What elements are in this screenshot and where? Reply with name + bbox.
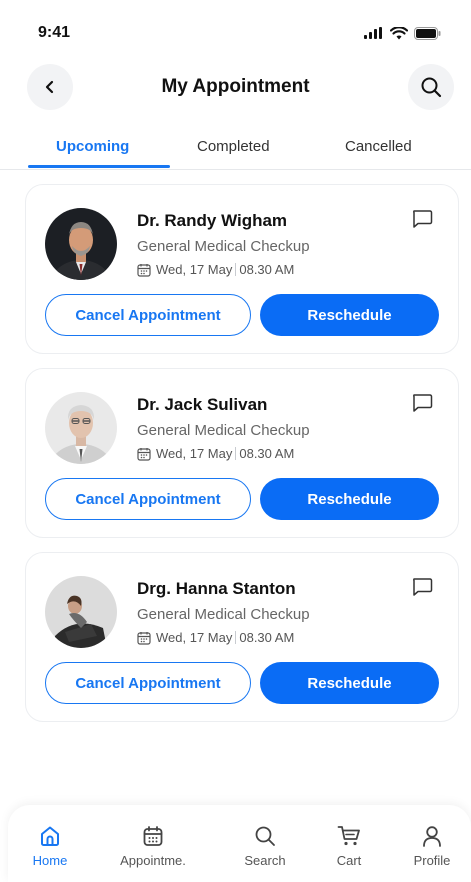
- status-bar: 9:41: [0, 0, 471, 66]
- reschedule-button[interactable]: Reschedule: [260, 478, 439, 520]
- wifi-icon: [390, 26, 408, 39]
- tab-completed[interactable]: Completed: [197, 138, 270, 155]
- nav-label: Appointme.: [120, 853, 186, 868]
- home-icon: [41, 826, 59, 846]
- appointment-schedule: Wed, 17 May 08.30 AM: [137, 630, 294, 645]
- appointment-time: 08.30 AM: [239, 446, 295, 461]
- profile-icon: [423, 826, 441, 847]
- appointment-schedule: Wed, 17 May 08.30 AM: [137, 446, 294, 461]
- appointment-date: Wed, 17 May: [156, 446, 233, 461]
- reschedule-button[interactable]: Reschedule: [260, 294, 439, 336]
- chat-icon[interactable]: [411, 577, 433, 602]
- appointment-date: Wed, 17 May: [156, 262, 233, 277]
- appointment-time: 08.30 AM: [239, 262, 295, 277]
- search-button[interactable]: [408, 64, 454, 110]
- doctor-avatar: [45, 208, 117, 280]
- divider: [235, 263, 237, 276]
- cancel-appointment-button[interactable]: Cancel Appointment: [45, 294, 251, 336]
- calendar-icon: [137, 447, 151, 461]
- divider: [235, 631, 237, 644]
- tab-upcoming[interactable]: Upcoming: [56, 138, 129, 155]
- status-icons: [364, 26, 441, 40]
- appointment-tabs: Upcoming Completed Cancelled: [0, 128, 471, 170]
- tab-cancelled[interactable]: Cancelled: [345, 138, 412, 155]
- status-time: 9:41: [38, 24, 71, 41]
- cancel-appointment-button[interactable]: Cancel Appointment: [45, 662, 251, 704]
- back-button[interactable]: [27, 64, 73, 110]
- calendar-icon: [137, 631, 151, 645]
- cellular-signal-icon: [364, 27, 382, 39]
- chat-icon[interactable]: [411, 393, 433, 418]
- reschedule-button[interactable]: Reschedule: [260, 662, 439, 704]
- page-title: My Appointment: [161, 76, 310, 97]
- nav-label: Home: [32, 853, 68, 868]
- chevron-left-icon: [45, 80, 54, 94]
- appointment-schedule: Wed, 17 May 08.30 AM: [137, 262, 294, 277]
- doctor-name: Dr. Jack Sulivan: [137, 395, 268, 414]
- battery-icon: [414, 26, 441, 40]
- nav-home[interactable]: Home: [10, 825, 90, 868]
- appointment-type: General Medical Checkup: [137, 606, 310, 623]
- doctor-name: Drg. Hanna Stanton: [137, 579, 296, 598]
- doctor-avatar: [45, 392, 117, 464]
- nav-cart[interactable]: Cart: [309, 825, 389, 868]
- nav-appointment[interactable]: Appointme.: [113, 825, 193, 868]
- nav-profile[interactable]: Profile: [392, 825, 471, 868]
- nav-label: Cart: [336, 853, 362, 868]
- appointment-card: Dr. Jack Sulivan General Medical Checkup…: [25, 368, 459, 538]
- active-tab-indicator: [28, 165, 170, 168]
- appointment-date: Wed, 17 May: [156, 630, 233, 645]
- appointment-type: General Medical Checkup: [137, 422, 310, 439]
- divider: [235, 447, 237, 460]
- appointment-time: 08.30 AM: [239, 630, 295, 645]
- calendar-icon: [137, 263, 151, 277]
- search-icon: [421, 77, 442, 98]
- chat-icon[interactable]: [411, 209, 433, 234]
- cancel-appointment-button[interactable]: Cancel Appointment: [45, 478, 251, 520]
- nav-label: Profile: [413, 853, 451, 868]
- appointment-card: Drg. Hanna Stanton General Medical Check…: [25, 552, 459, 722]
- header: My Appointment: [0, 62, 471, 112]
- cart-icon: [337, 826, 360, 846]
- search-icon: [255, 826, 275, 846]
- bottom-navigation: Home Appointme. Search Cart Profile: [8, 805, 471, 882]
- nav-search[interactable]: Search: [225, 825, 305, 868]
- appointment-card: Dr. Randy Wigham General Medical Checkup…: [25, 184, 459, 354]
- appointment-type: General Medical Checkup: [137, 238, 310, 255]
- doctor-avatar: [45, 576, 117, 648]
- calendar-icon: [143, 826, 163, 846]
- nav-label: Search: [244, 853, 286, 868]
- doctor-name: Dr. Randy Wigham: [137, 211, 288, 230]
